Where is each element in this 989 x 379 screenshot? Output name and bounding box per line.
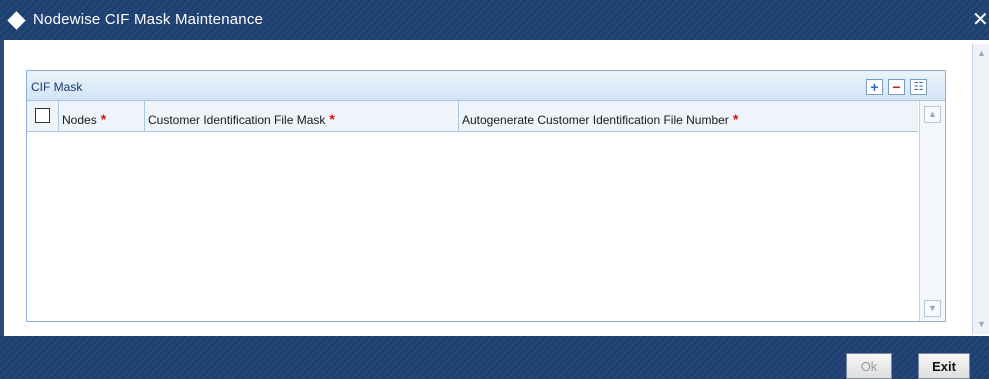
required-marker: * <box>329 111 335 127</box>
column-label: Customer Identification File Mask <box>148 113 326 127</box>
window-titlebar: Nodewise CIF Mask Maintenance ✕ <box>0 0 989 40</box>
ok-button[interactable]: Ok <box>846 353 892 379</box>
panel-header: CIF Mask + − ☷ <box>27 71 945 101</box>
close-icon[interactable]: ✕ <box>972 7 989 32</box>
required-marker: * <box>732 111 739 127</box>
delete-row-button[interactable]: − <box>888 79 905 95</box>
column-header-cif-mask: Customer Identification File Mask * <box>145 101 459 132</box>
grid-scrollbar[interactable]: ▲ ▼ <box>919 101 945 321</box>
diamond-icon <box>7 11 26 30</box>
grid-header: Nodes * Customer Identification File Mask… <box>27 101 918 132</box>
window-footer <box>0 336 989 379</box>
window-left-border <box>0 40 4 336</box>
column-label: Nodes <box>62 113 97 127</box>
single-view-button[interactable]: ☷ <box>910 79 927 95</box>
column-label: Autogenerate Customer Identification Fil… <box>462 113 729 127</box>
cif-mask-panel: CIF Mask + − ☷ Nodes * Customer Identific… <box>26 70 946 322</box>
column-header-autogenerate: Autogenerate Customer Identification Fil… <box>459 101 918 132</box>
window-scrollbar[interactable]: ▲ ▼ <box>972 44 989 334</box>
add-row-button[interactable]: + <box>866 79 883 95</box>
grid-scroll-up-icon[interactable]: ▲ <box>924 106 941 123</box>
scroll-down-icon[interactable]: ▼ <box>974 317 989 332</box>
panel-caption: CIF Mask <box>31 80 83 94</box>
window-title: Nodewise CIF Mask Maintenance <box>33 11 264 28</box>
exit-button[interactable]: Exit <box>918 353 970 379</box>
grid-scroll-down-icon[interactable]: ▼ <box>924 300 941 317</box>
column-header-nodes: Nodes * <box>59 101 145 132</box>
select-all-cell <box>27 101 59 132</box>
required-marker: * <box>100 111 107 127</box>
select-all-checkbox[interactable] <box>35 108 50 123</box>
scroll-up-icon[interactable]: ▲ <box>974 46 989 61</box>
